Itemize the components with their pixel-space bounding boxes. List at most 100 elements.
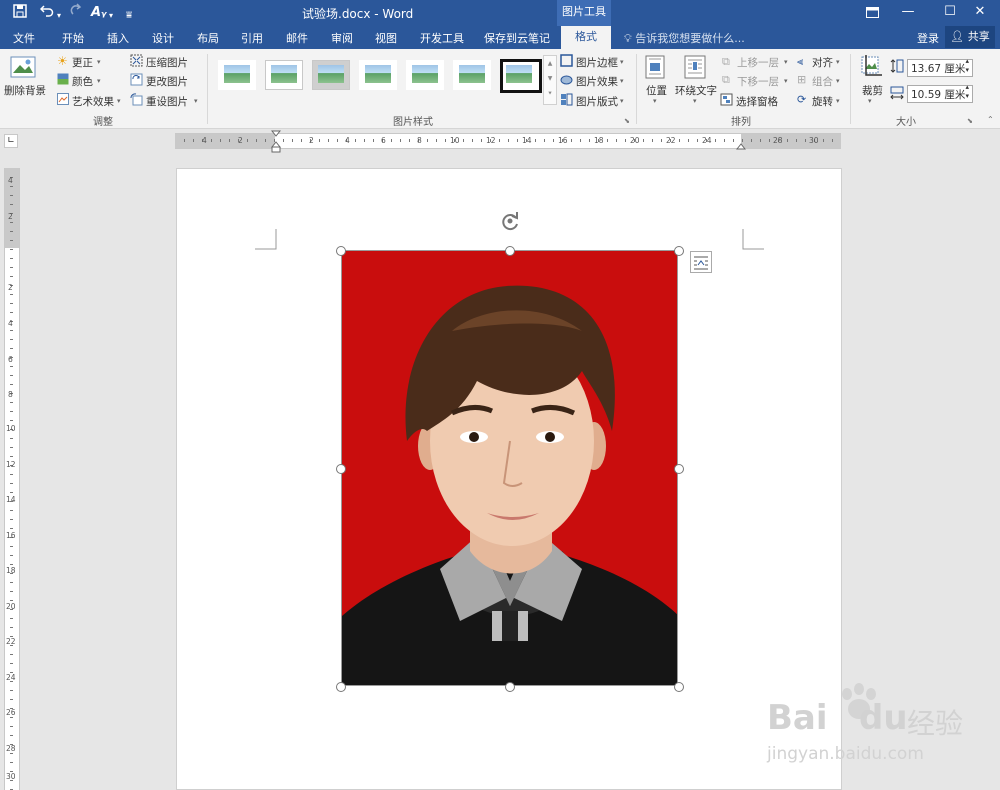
color-button[interactable]: 颜色 xyxy=(72,74,93,89)
tab-insert[interactable]: 插入 xyxy=(107,30,129,46)
tab-file[interactable]: 文件 xyxy=(13,30,35,46)
remove-background-button[interactable]: 删除背景 xyxy=(4,83,46,98)
shape-width-icon xyxy=(890,86,904,103)
gallery-more-icon[interactable]: ⯆ xyxy=(544,86,556,101)
resize-handle-top[interactable] xyxy=(505,246,515,256)
picture-style-metal-frame[interactable] xyxy=(312,60,350,90)
customize-toolbar-icon[interactable]: ⩸ xyxy=(126,6,132,26)
login-link[interactable]: 登录 xyxy=(917,30,939,46)
rotate-dropdown-icon[interactable]: ▾ xyxy=(836,97,840,105)
artistic-effects-button[interactable]: 艺术效果 xyxy=(72,94,114,109)
send-backward-dropdown-icon[interactable]: ▾ xyxy=(784,77,788,85)
tab-mailings[interactable]: 邮件 xyxy=(286,30,308,46)
ruler-tick xyxy=(10,240,13,241)
rotate-button[interactable]: 旋转 xyxy=(812,94,833,109)
picture-effects-dropdown-icon[interactable]: ▾ xyxy=(620,77,624,85)
corrections-button[interactable]: 更正 xyxy=(72,55,93,70)
close-button[interactable]: ✕ xyxy=(960,0,1000,26)
change-picture-button[interactable]: 更改图片 xyxy=(146,74,188,89)
shape-width-input[interactable]: 10.59 厘米 ▴ ▾ xyxy=(907,83,973,103)
height-spinner-icon[interactable]: ▴ ▾ xyxy=(965,57,969,75)
tab-view[interactable]: 视图 xyxy=(375,30,397,46)
reset-picture-button[interactable]: 重设图片 xyxy=(146,94,188,109)
share-button[interactable]: 👤︎ 共享 xyxy=(945,26,995,48)
right-indent-marker[interactable] xyxy=(735,140,747,153)
vertical-ruler[interactable]: 4 2 2 4 6 8 10 12 14 16 18 20 22 24 26 2… xyxy=(4,168,20,790)
wrap-text-button[interactable]: 环绕文字 xyxy=(675,83,717,98)
ruler-tick xyxy=(10,654,13,655)
group-dropdown-icon[interactable]: ▾ xyxy=(836,77,840,85)
picture-border-button[interactable]: 图片边框 xyxy=(576,55,618,70)
align-dropdown-icon[interactable]: ▾ xyxy=(836,58,840,66)
width-spinner-icon[interactable]: ▴ ▾ xyxy=(965,83,969,101)
resize-handle-top-left[interactable] xyxy=(336,246,346,256)
gallery-down-icon[interactable]: ▼ xyxy=(544,71,556,86)
picture-border-dropdown-icon[interactable]: ▾ xyxy=(620,58,624,66)
remove-background-icon[interactable] xyxy=(10,55,36,82)
tab-design[interactable]: 设计 xyxy=(152,30,174,46)
tab-references[interactable]: 引用 xyxy=(241,30,263,46)
tab-home[interactable]: 开始 xyxy=(62,30,84,46)
picture-style-soft-edge[interactable] xyxy=(453,60,491,90)
picture-effects-button[interactable]: 图片效果 xyxy=(576,74,618,89)
undo-icon[interactable] xyxy=(39,3,54,23)
gallery-scroll[interactable]: ▲ ▼ ⯆ xyxy=(543,55,557,105)
group-button[interactable]: 组合 xyxy=(812,74,833,89)
minimize-button[interactable]: — xyxy=(888,0,928,26)
size-launcher-icon[interactable]: ⬊ xyxy=(967,117,973,125)
picture-style-drop-shadow[interactable] xyxy=(359,60,397,90)
tab-stop-selector[interactable]: ∟ xyxy=(4,134,18,148)
undo-dropdown-icon[interactable]: ▾ xyxy=(57,6,61,26)
reset-picture-dropdown-icon[interactable]: ▾ xyxy=(194,97,198,105)
gallery-up-icon[interactable]: ▲ xyxy=(544,56,556,71)
position-button[interactable]: 位置 xyxy=(646,83,667,98)
format-dropdown-icon[interactable]: ▾ xyxy=(109,6,113,26)
picture-styles-launcher-icon[interactable]: ⬊ xyxy=(624,117,630,125)
align-button[interactable]: 对齐 xyxy=(812,55,833,70)
tell-me-search[interactable]: 💡︎ 告诉我您想要做什么... xyxy=(624,30,745,46)
picture-style-beveled-matte[interactable] xyxy=(265,60,303,90)
ruler-tick xyxy=(553,139,554,142)
send-backward-button[interactable]: 下移一层 xyxy=(737,74,779,89)
layout-options-icon[interactable] xyxy=(690,251,712,273)
picture-layout-dropdown-icon[interactable]: ▾ xyxy=(620,97,624,105)
crop-button[interactable]: 裁剪 xyxy=(862,83,883,98)
change-picture-icon xyxy=(130,73,143,89)
resize-handle-left[interactable] xyxy=(336,464,346,474)
shape-height-input[interactable]: 13.67 厘米 ▴ ▾ xyxy=(907,57,973,77)
save-icon[interactable] xyxy=(12,3,28,25)
tab-format[interactable]: 格式 xyxy=(561,26,611,49)
bring-forward-dropdown-icon[interactable]: ▾ xyxy=(784,58,788,66)
ruler-tick xyxy=(463,139,464,142)
tab-developer[interactable]: 开发工具 xyxy=(420,30,464,46)
resize-handle-bottom-right[interactable] xyxy=(674,682,684,692)
ruler-tick xyxy=(10,222,13,223)
artistic-effects-dropdown-icon[interactable]: ▾ xyxy=(117,97,121,105)
resize-handle-bottom-left[interactable] xyxy=(336,682,346,692)
first-line-indent-marker[interactable] xyxy=(270,130,282,157)
crop-dropdown-icon[interactable]: ▾ xyxy=(868,97,872,105)
format-painter-icon[interactable]: Aᵧ xyxy=(91,3,107,23)
redo-icon[interactable] xyxy=(70,3,84,23)
corrections-dropdown-icon[interactable]: ▾ xyxy=(97,58,101,66)
resize-handle-top-right[interactable] xyxy=(674,246,684,256)
resize-handle-bottom[interactable] xyxy=(505,682,515,692)
resize-handle-right[interactable] xyxy=(674,464,684,474)
rotate-handle-icon[interactable] xyxy=(499,210,521,235)
picture-style-reflected[interactable] xyxy=(406,60,444,90)
tab-save-to-cloud-notes[interactable]: 保存到云笔记 xyxy=(484,30,550,46)
picture-layout-button[interactable]: 图片版式 xyxy=(576,94,618,109)
position-dropdown-icon[interactable]: ▾ xyxy=(653,97,657,105)
bring-forward-button[interactable]: 上移一层 xyxy=(737,55,779,70)
collapse-ribbon-icon[interactable]: ⌃ xyxy=(987,115,994,124)
selection-pane-button[interactable]: 选择窗格 xyxy=(736,94,778,109)
wrap-text-dropdown-icon[interactable]: ▾ xyxy=(693,97,697,105)
color-dropdown-icon[interactable]: ▾ xyxy=(97,77,101,85)
tab-layout[interactable]: 布局 xyxy=(197,30,219,46)
picture-style-simple-frame-white[interactable] xyxy=(218,60,256,90)
ribbon-display-options-icon[interactable] xyxy=(852,0,892,26)
tab-review[interactable]: 审阅 xyxy=(331,30,353,46)
picture-style-thick-black-frame[interactable] xyxy=(500,59,542,93)
compress-pictures-button[interactable]: 压缩图片 xyxy=(146,55,188,70)
selected-picture-id-photo[interactable] xyxy=(341,250,678,686)
